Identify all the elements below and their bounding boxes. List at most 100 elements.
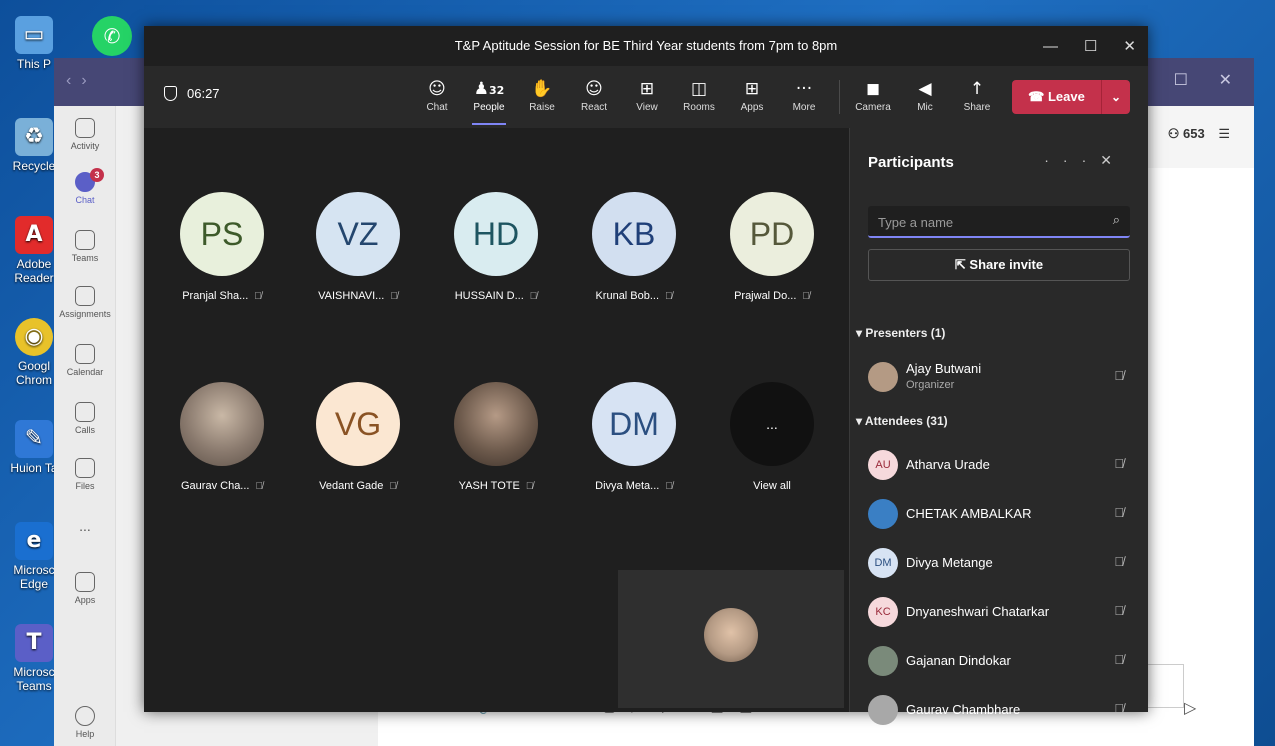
more-button[interactable]: ··· More bbox=[779, 76, 829, 113]
adobe-reader-icon: A bbox=[15, 216, 53, 254]
rail-calendar[interactable]: Calendar bbox=[54, 344, 116, 377]
close-icon[interactable]: ✕ bbox=[1219, 70, 1232, 90]
rail-help[interactable]: Help bbox=[54, 706, 116, 739]
participant-row[interactable]: Gajanan Dindokar 🎙̸ bbox=[868, 642, 1130, 682]
search-input[interactable] bbox=[878, 212, 1098, 232]
participant-row[interactable]: AU Atharva Urade 🎙̸ bbox=[868, 446, 1130, 486]
maximize-icon[interactable]: ☐ bbox=[1084, 37, 1097, 55]
minimize-icon[interactable]: — bbox=[1043, 38, 1058, 55]
maximize-icon[interactable]: ☐ bbox=[1174, 70, 1188, 90]
participant-tile[interactable]: HD HUSSAIN D... 🎙̸ bbox=[436, 192, 556, 302]
people-button[interactable]: ♟32 People bbox=[464, 76, 514, 125]
participant-tile[interactable]: Gaurav Cha... 🎙̸ bbox=[162, 382, 282, 492]
share-button[interactable]: ↑ Share bbox=[952, 76, 1002, 113]
view-all-tile[interactable]: ... View all bbox=[712, 382, 832, 492]
more-options-icon[interactable]: ··· bbox=[1044, 152, 1100, 168]
meeting-timer: 06:27 bbox=[164, 86, 220, 101]
tile-name: Gaurav Cha... bbox=[181, 480, 250, 492]
calendar-icon bbox=[75, 344, 95, 364]
mic-muted-icon: 🎙̸ bbox=[1114, 368, 1124, 383]
avatar bbox=[868, 362, 898, 392]
more-icon: ... bbox=[730, 382, 814, 466]
avatar: VG bbox=[316, 382, 400, 466]
rail-apps[interactable]: Apps bbox=[54, 572, 116, 605]
search-icon[interactable]: ⌕ bbox=[1113, 212, 1120, 228]
share-invite-button[interactable]: ⇱ Share invite bbox=[868, 249, 1130, 281]
rail-files[interactable]: Files bbox=[54, 458, 116, 491]
raise-hand-button[interactable]: ✋ Raise bbox=[517, 76, 567, 113]
people-label: People bbox=[473, 102, 505, 113]
hand-icon: ✋ bbox=[531, 79, 553, 99]
participant-tile[interactable]: VZ VAISHNAVI... 🎙̸ bbox=[298, 192, 418, 302]
mic-muted-icon: 🎙̸ bbox=[254, 291, 262, 302]
attendees-header[interactable]: ▾ Attendees (31) bbox=[856, 414, 948, 428]
avatar: KC bbox=[868, 597, 898, 627]
mic-button[interactable]: ◀ Mic bbox=[900, 76, 950, 113]
hangup-icon: ☎ bbox=[1028, 89, 1048, 104]
rail-calls[interactable]: Calls bbox=[54, 402, 116, 435]
tile-name: YASH TOTE bbox=[458, 480, 520, 492]
people-icon: ♟ bbox=[473, 79, 489, 99]
participant-tile[interactable]: PD Prajwal Do... 🎙̸ bbox=[712, 192, 832, 302]
rail-label: Help bbox=[75, 729, 95, 739]
teams-icon: T bbox=[15, 624, 53, 662]
participant-tile[interactable]: VG Vedant Gade 🎙̸ bbox=[298, 382, 418, 492]
list-icon[interactable]: ☰ bbox=[1218, 126, 1230, 141]
rooms-icon: ◫ bbox=[690, 79, 708, 99]
send-icon[interactable]: ▷ bbox=[1184, 698, 1196, 717]
message-input[interactable] bbox=[1144, 664, 1184, 708]
caret-down-icon: ▾ bbox=[856, 326, 866, 340]
avatar bbox=[180, 382, 264, 466]
mic-muted-icon: ◀ bbox=[918, 79, 932, 99]
apps-label: Apps bbox=[740, 102, 764, 113]
mic-muted-icon: 🎙̸ bbox=[1114, 505, 1124, 520]
caret-down-icon: ▾ bbox=[856, 414, 865, 428]
react-button[interactable]: ☺ React bbox=[569, 76, 619, 113]
participant-tile[interactable]: PS Pranjal Sha... 🎙̸ bbox=[162, 192, 282, 302]
meeting-toolbar: 06:27 ☺ Chat ♟32 People ✋ Raise ☺ React ⊞ Vie… bbox=[144, 66, 1148, 128]
participant-row[interactable]: DM Divya Metange 🎙̸ bbox=[868, 544, 1130, 584]
rail-teams[interactable]: Teams bbox=[54, 230, 116, 263]
rail-activity[interactable]: Activity bbox=[54, 118, 116, 151]
self-video-preview[interactable] bbox=[618, 570, 844, 708]
presenters-header[interactable]: ▾ Presenters (1) bbox=[856, 326, 945, 340]
avatar bbox=[454, 382, 538, 466]
view-all-label: View all bbox=[753, 480, 791, 492]
participant-tile[interactable]: YASH TOTE 🎙̸ bbox=[436, 382, 556, 492]
participant-row[interactable]: Ajay Butwani Organizer 🎙̸ bbox=[868, 358, 1130, 398]
participant-row[interactable]: Gaurav Chambhare 🎙̸ bbox=[868, 691, 1130, 731]
share-icon: ⇱ bbox=[954, 257, 970, 272]
camera-button[interactable]: ◼ Camera bbox=[848, 76, 898, 113]
leave-text: Leave bbox=[1047, 89, 1085, 104]
rail-chat[interactable]: 3 Chat bbox=[54, 168, 116, 205]
panel-controls: ···✕ bbox=[1044, 152, 1126, 169]
view-button[interactable]: ⊞ View bbox=[622, 76, 672, 113]
view-label: View bbox=[636, 102, 658, 113]
leave-button[interactable]: ☎ Leave ⌄ bbox=[1012, 80, 1130, 114]
close-icon[interactable]: ✕ bbox=[1123, 37, 1136, 55]
raise-label: Raise bbox=[529, 102, 555, 113]
participant-row[interactable]: KC Dnyaneshwari Chatarkar 🎙̸ bbox=[868, 593, 1130, 633]
file-icon bbox=[75, 458, 95, 478]
share-invite-label: Share invite bbox=[969, 257, 1044, 272]
avatar bbox=[868, 499, 898, 529]
nav-arrows-icon[interactable]: ‹› bbox=[66, 72, 97, 90]
rail-more[interactable]: ... bbox=[54, 518, 116, 534]
participant-name: Gajanan Dindokar bbox=[906, 653, 1011, 668]
whatsapp-icon[interactable]: ✆ bbox=[92, 16, 132, 56]
chat-button[interactable]: ☺ Chat bbox=[412, 76, 462, 113]
participant-row[interactable]: CHETAK AMBALKAR 🎙̸ bbox=[868, 495, 1130, 535]
apps-button[interactable]: ⊞ Apps bbox=[727, 76, 777, 113]
pen-tablet-icon: ✎ bbox=[15, 420, 53, 458]
rail-assignments[interactable]: Assignments bbox=[54, 286, 116, 319]
section-label: Presenters (1) bbox=[865, 326, 946, 340]
mic-muted-icon: 🎙̸ bbox=[529, 291, 538, 302]
rooms-button[interactable]: ◫ Rooms bbox=[674, 76, 724, 113]
shield-icon bbox=[164, 86, 177, 101]
participant-tile[interactable]: DM Divya Meta... 🎙̸ bbox=[574, 382, 694, 492]
participant-count[interactable]: ⚇ 653 ☰ bbox=[1168, 126, 1230, 142]
chevron-down-icon[interactable]: ⌄ bbox=[1102, 90, 1130, 104]
close-icon[interactable]: ✕ bbox=[1100, 152, 1126, 168]
smiley-icon: ☺ bbox=[585, 79, 603, 99]
participant-tile[interactable]: KB Krunal Bob... 🎙̸ bbox=[574, 192, 694, 302]
